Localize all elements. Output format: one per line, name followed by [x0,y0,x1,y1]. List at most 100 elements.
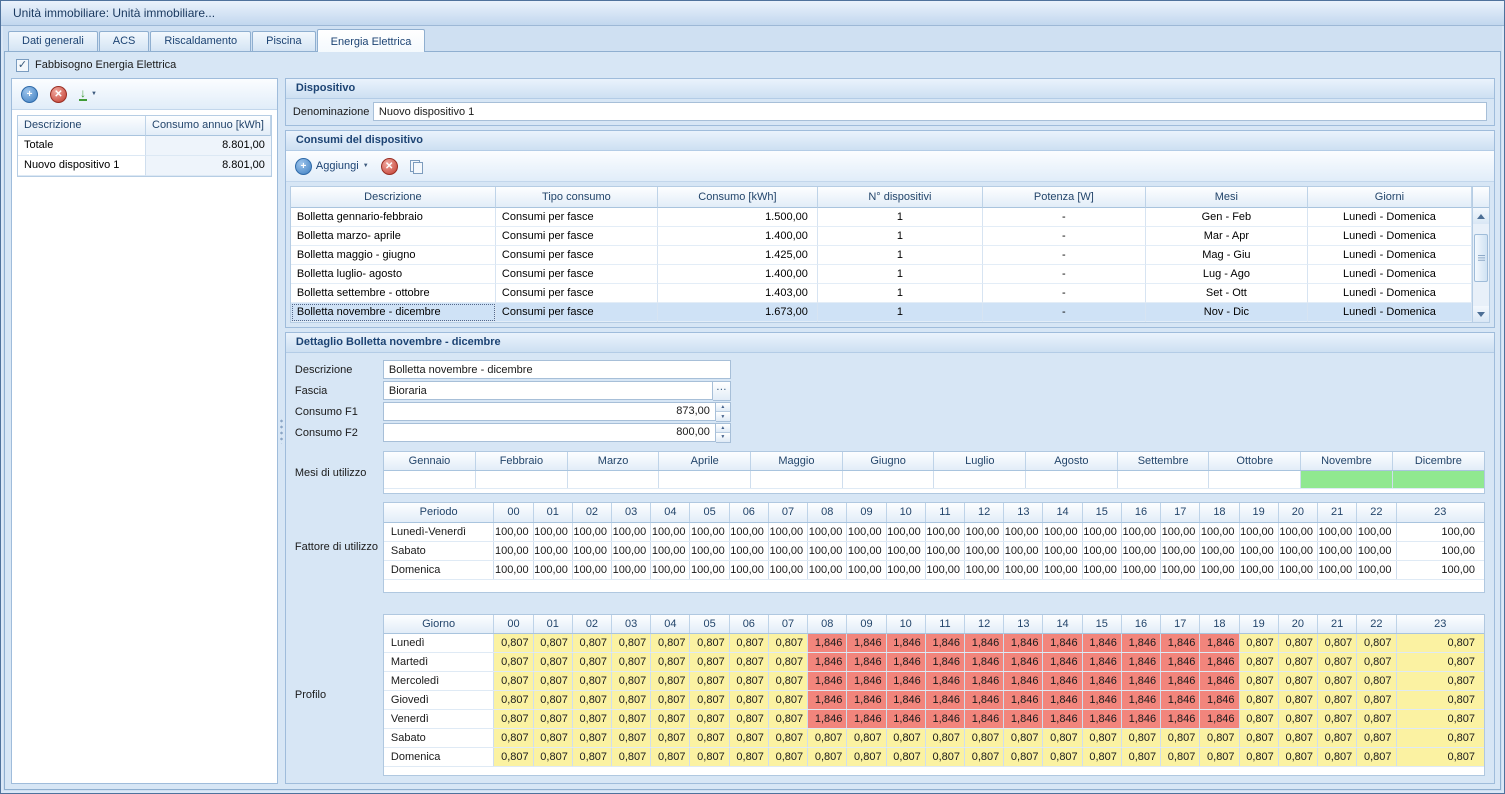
hour-value-cell[interactable]: 0,807 [1121,729,1160,748]
hour-value-cell[interactable]: 0,807 [1317,672,1356,691]
hour-value-cell[interactable]: 1,846 [1082,653,1121,672]
hour-value-cell[interactable]: 0,807 [1317,710,1356,729]
hour-value-cell[interactable]: 0,807 [1239,653,1278,672]
hour-value-cell[interactable]: 0,807 [612,710,651,729]
delete-consumo-button[interactable]: ✕ [381,158,398,175]
hour-value-cell[interactable]: 100,00 [1278,541,1317,560]
hour-value-cell[interactable]: 0,807 [1239,672,1278,691]
hour-value-cell[interactable]: 0,807 [729,748,768,767]
hour-value-cell[interactable]: 0,807 [965,729,1004,748]
hour-value-cell[interactable]: 1,846 [1043,653,1082,672]
denominazione-input[interactable] [373,102,1487,121]
hour-value-cell[interactable]: 0,807 [494,653,533,672]
hour-value-cell[interactable]: 100,00 [1317,522,1356,541]
hour-value-cell[interactable]: 100,00 [729,541,768,560]
hour-value-cell[interactable]: 0,807 [612,653,651,672]
hour-value-cell[interactable]: 0,807 [1357,729,1396,748]
consumi-row[interactable]: Bolletta marzo- aprileConsumi per fasce1… [291,227,1472,246]
hour-value-cell[interactable]: 100,00 [1239,541,1278,560]
consumi-cell[interactable]: Bolletta novembre - dicembre [291,303,496,322]
scroll-down-button[interactable] [1473,306,1489,322]
hour-value-cell[interactable]: 0,807 [1278,729,1317,748]
hour-value-cell[interactable]: 1,846 [808,710,847,729]
hour-value-cell[interactable]: 100,00 [1317,560,1356,579]
hour-value-cell[interactable]: 1,846 [1200,653,1239,672]
hour-value-cell[interactable]: 1,846 [847,691,886,710]
hour-value-cell[interactable]: 0,807 [768,710,807,729]
hour-value-cell[interactable]: 1,846 [1200,710,1239,729]
hour-value-cell[interactable]: 0,807 [494,634,533,653]
hour-value-cell[interactable]: 100,00 [1004,541,1043,560]
hour-value-cell[interactable]: 1,846 [886,653,925,672]
consumi-cell[interactable]: Lunedì - Domenica [1308,227,1472,246]
consumi-col-header[interactable]: Giorni [1308,187,1472,208]
hour-value-cell[interactable]: 0,807 [1082,729,1121,748]
hour-value-cell[interactable]: 1,846 [925,672,964,691]
hour-value-cell[interactable]: 0,807 [729,672,768,691]
hour-value-cell[interactable]: 100,00 [572,522,611,541]
consumi-cell[interactable]: 1 [818,208,983,227]
hour-value-cell[interactable]: 0,807 [965,748,1004,767]
hour-value-cell[interactable]: 1,846 [925,710,964,729]
consumi-cell[interactable]: - [983,265,1146,284]
hour-value-cell[interactable]: 0,807 [1239,634,1278,653]
tab-acs[interactable]: ACS [99,31,150,51]
hour-value-cell[interactable]: 1,846 [1004,691,1043,710]
hour-value-cell[interactable]: 100,00 [1200,522,1239,541]
hour-value-cell[interactable]: 100,00 [1317,541,1356,560]
hour-value-cell[interactable]: 100,00 [651,522,690,541]
hour-value-cell[interactable]: 1,846 [1043,634,1082,653]
consumi-col-header[interactable]: N° dispositivi [818,187,983,208]
hour-value-cell[interactable]: 0,807 [768,672,807,691]
hour-value-cell[interactable]: 0,807 [1004,729,1043,748]
consumi-cell[interactable]: Consumi per fasce [496,284,658,303]
hour-value-cell[interactable]: 100,00 [925,541,964,560]
consumi-cell[interactable]: Mag - Giu [1146,246,1308,265]
hour-value-cell[interactable]: 0,807 [651,672,690,691]
device-consumo-cell[interactable]: 8.801,00 [146,136,271,156]
hour-value-cell[interactable]: 0,807 [1357,691,1396,710]
hour-value-cell[interactable]: 0,807 [1239,748,1278,767]
hour-value-cell[interactable]: 0,807 [533,729,572,748]
hour-value-cell[interactable]: 0,807 [1278,710,1317,729]
hour-value-cell[interactable]: 1,846 [1082,672,1121,691]
hour-value-cell[interactable]: 100,00 [572,560,611,579]
hour-value-cell[interactable]: 0,807 [533,710,572,729]
hour-value-cell[interactable]: 0,807 [1357,672,1396,691]
hour-value-cell[interactable]: 0,807 [768,691,807,710]
consumi-scrollbar[interactable] [1472,187,1489,322]
devices-col-header[interactable]: Descrizione [18,116,146,136]
hour-value-cell[interactable]: 0,807 [494,691,533,710]
hour-value-cell[interactable]: 0,807 [533,748,572,767]
delete-device-button[interactable]: ✕ [50,86,67,103]
month-select-cell[interactable] [1026,471,1118,489]
hour-value-cell[interactable]: 100,00 [1239,522,1278,541]
consumi-cell[interactable]: Consumi per fasce [496,265,658,284]
scroll-up-button[interactable] [1473,208,1489,224]
hour-value-cell[interactable]: 100,00 [808,522,847,541]
hour-value-cell[interactable]: 1,846 [1200,691,1239,710]
hour-value-cell[interactable]: 0,807 [1317,691,1356,710]
hour-value-cell[interactable]: 1,846 [1004,634,1043,653]
hour-value-cell[interactable]: 100,00 [1396,560,1484,579]
consumi-cell[interactable]: Consumi per fasce [496,303,658,322]
hour-value-cell[interactable]: 1,846 [808,691,847,710]
hour-value-cell[interactable]: 1,846 [847,672,886,691]
consumi-cell[interactable]: Lunedì - Domenica [1308,303,1472,322]
hour-value-cell[interactable]: 100,00 [494,522,533,541]
hour-value-cell[interactable]: 0,807 [1082,748,1121,767]
month-select-cell[interactable] [842,471,934,489]
hour-value-cell[interactable]: 100,00 [1161,560,1200,579]
consumi-cell[interactable]: 1.500,00 [658,208,818,227]
device-row[interactable]: Totale8.801,00 [18,136,271,156]
consumi-cell[interactable]: Consumi per fasce [496,227,658,246]
hour-value-cell[interactable]: 0,807 [1200,748,1239,767]
hour-value-cell[interactable]: 0,807 [1121,748,1160,767]
hour-value-cell[interactable]: 100,00 [1004,522,1043,541]
hour-value-cell[interactable]: 0,807 [1317,653,1356,672]
consumi-cell[interactable]: Lunedì - Domenica [1308,284,1472,303]
hour-value-cell[interactable]: 0,807 [533,672,572,691]
hour-value-cell[interactable]: 100,00 [612,522,651,541]
hour-value-cell[interactable]: 100,00 [768,541,807,560]
hour-value-cell[interactable]: 1,846 [925,653,964,672]
